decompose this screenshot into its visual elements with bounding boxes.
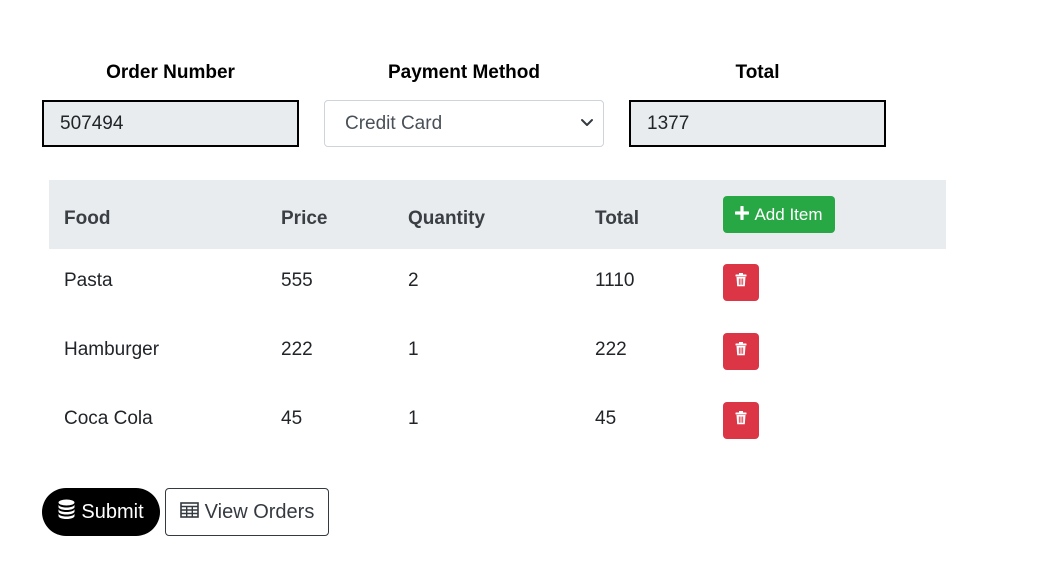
cell-food: Coca Cola [64, 408, 153, 429]
cell-quantity: 1 [408, 339, 419, 360]
cell-total: 45 [595, 408, 617, 429]
cell-total: 222 [595, 339, 627, 360]
table-icon [179, 501, 199, 524]
cell-quantity: 2 [408, 270, 419, 291]
cell-price: 222 [281, 339, 313, 360]
database-icon [58, 499, 75, 525]
delete-row-button[interactable] [723, 333, 759, 370]
cell-food: Hamburger [64, 339, 160, 360]
order-number-label: Order Number [106, 62, 235, 83]
add-item-label: Add Item [754, 204, 823, 224]
delete-row-button[interactable] [723, 264, 759, 301]
delete-row-button[interactable] [723, 402, 759, 439]
cell-price: 45 [281, 408, 303, 429]
cell-food: Pasta [64, 270, 113, 291]
column-header-food: Food [64, 208, 111, 229]
trash-icon [735, 273, 747, 292]
view-orders-button[interactable]: View Orders [165, 488, 329, 536]
order-number-input[interactable]: 507494 [42, 100, 299, 147]
trash-icon [735, 411, 747, 430]
column-header-quantity: Quantity [408, 208, 486, 229]
add-item-button[interactable]: Add Item [723, 196, 835, 233]
column-header-price: Price [281, 208, 328, 229]
view-orders-label: View Orders [204, 500, 315, 523]
cell-total: 1110 [595, 270, 635, 291]
column-header-total: Total [595, 208, 639, 229]
payment-method-select[interactable]: Credit Card [324, 100, 604, 147]
cell-quantity: 1 [408, 408, 419, 429]
total-input[interactable]: 1377 [629, 100, 886, 147]
payment-method-selected-value: Credit Card [345, 113, 443, 134]
trash-icon [735, 342, 747, 361]
submit-label: Submit [81, 500, 144, 523]
cell-price: 555 [281, 270, 313, 291]
payment-method-label: Payment Method [387, 62, 541, 83]
total-label: Total [735, 62, 780, 83]
plus-icon [734, 204, 751, 225]
submit-button[interactable]: Submit [42, 488, 160, 536]
chevron-down-icon [579, 101, 595, 146]
